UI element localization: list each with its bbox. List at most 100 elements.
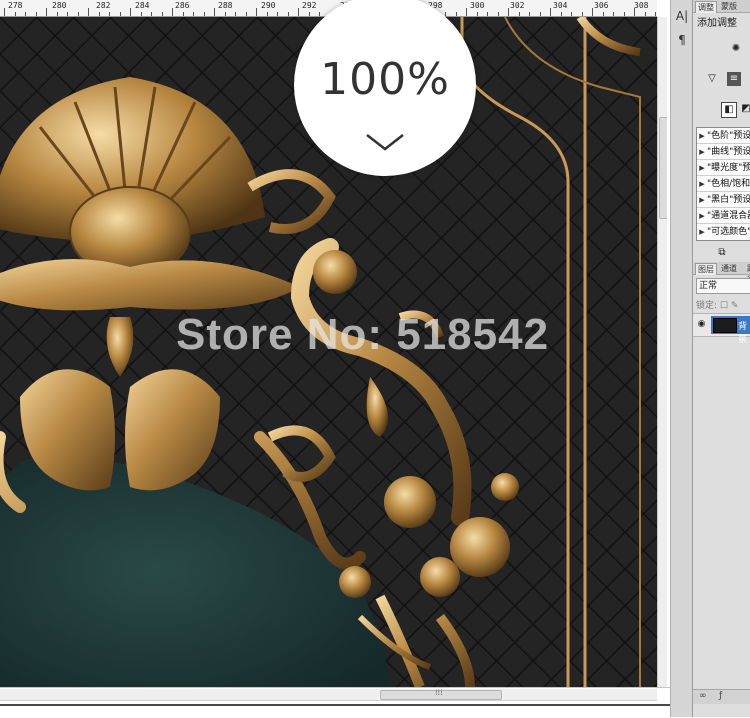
black-white-icon[interactable]: ◧ <box>721 102 737 118</box>
blend-mode-select[interactable]: 正常 <box>696 278 750 294</box>
ruler-tick <box>88 8 89 16</box>
return-to-list-icon[interactable]: ⧉ <box>715 246 729 260</box>
ruler-label: 308 <box>634 1 649 10</box>
ruler-tick <box>539 12 541 16</box>
ruler-tick <box>560 12 562 16</box>
lock-brush-icon[interactable]: ✎ <box>731 301 739 311</box>
paragraph-icon[interactable]: ¶ <box>674 32 690 48</box>
ruler-tick <box>466 8 467 16</box>
hue-saturation-icon[interactable]: ≡ <box>727 72 741 86</box>
layer-thumbnail <box>713 318 737 333</box>
ruler-tick <box>25 12 26 16</box>
preset-selective-color[interactable]: ▶"可选颜色"预设 <box>697 224 750 239</box>
preset-label: "色阶"预设 <box>707 131 750 141</box>
ruler-tick <box>256 8 257 16</box>
tab-adjustments[interactable]: 调整 <box>695 1 717 13</box>
vibrance-icon[interactable]: ▽ <box>705 72 719 86</box>
preset-channel-mixer[interactable]: ▶"通道混合器"预设 <box>697 208 750 224</box>
preset-label: "黑白"预设 <box>707 195 750 205</box>
ruler-tick <box>655 12 656 16</box>
ruler-tick <box>613 12 614 16</box>
brightness-icon[interactable]: ✺ <box>729 42 743 56</box>
ruler-tick <box>46 8 47 16</box>
ruler-tick <box>35 12 37 16</box>
layers-tabs: 图层 通道 路径 <box>693 262 750 284</box>
add-adjustment-title: 添加调整 <box>697 18 737 29</box>
ruler-tick <box>235 12 236 16</box>
lock-row: 锁定: ☐ ✎ <box>696 298 738 311</box>
ruler-tick <box>550 8 551 16</box>
ruler-tick <box>592 8 593 16</box>
horizontal-scrollbar[interactable]: ⁞⁞⁞ <box>0 688 657 701</box>
link-icon[interactable]: ∞ <box>699 691 707 701</box>
eye-icon[interactable]: ◉ <box>696 319 707 330</box>
ruler-tick <box>130 8 131 16</box>
ruler-label: 300 <box>470 1 485 10</box>
ruler-tick <box>308 12 310 16</box>
preset-label: "曝光度"预设 <box>707 163 750 173</box>
preset-label: "色相/饱和度"预设 <box>707 179 750 189</box>
character-icon[interactable]: A| <box>674 8 690 24</box>
divider <box>0 704 670 706</box>
ruler-label: 306 <box>594 1 609 10</box>
ruler-tick <box>508 8 509 16</box>
ruler-tick <box>529 12 530 16</box>
ruler-tick <box>266 12 268 16</box>
preset-label: "曲线"预设 <box>707 147 750 157</box>
ruler-label: 282 <box>96 1 111 10</box>
preset-label: "可选颜色"预设 <box>707 227 750 237</box>
ruler-tick <box>445 12 446 16</box>
ruler-tick <box>77 12 79 16</box>
adjustment-presets-list: ▶"色阶"预设 ▶"曲线"预设 ▶"曝光度"预设 ▶"色相/饱和度"预设 ▶"黑… <box>696 127 750 241</box>
ruler-tick <box>319 12 320 16</box>
zoom-badge: 100% <box>294 0 476 176</box>
status-bar: ⁞⁞⁞ <box>0 687 670 718</box>
ruler-tick <box>4 8 5 16</box>
ruler-tick <box>203 12 205 16</box>
preset-black-white[interactable]: ▶ "黑白"预设 <box>697 192 750 208</box>
ruler-tick <box>497 12 499 16</box>
ruler-tick <box>182 12 184 16</box>
ruler-tick <box>151 12 152 16</box>
tool-strip: A| ¶ <box>670 0 693 717</box>
layer-selected[interactable]: 背景 <box>711 316 750 345</box>
ruler-label: 288 <box>218 1 233 10</box>
preset-hue-saturation[interactable]: ▶"色相/饱和度"预设 <box>697 176 750 192</box>
lock-pixels-icon[interactable]: ☐ <box>720 301 728 311</box>
grip-icon: ⁞⁞⁞ <box>435 688 443 697</box>
tab-layers[interactable]: 图层 <box>695 263 717 275</box>
ruler-label: 280 <box>52 1 67 10</box>
layer-row[interactable]: ◉ 背景 <box>693 313 750 345</box>
chevron-down-icon <box>366 134 404 151</box>
tab-masks[interactable]: 蒙版 <box>719 1 739 12</box>
tab-channels[interactable]: 通道 <box>719 263 739 274</box>
ruler-label: 302 <box>510 1 525 10</box>
ruler-tick <box>67 12 68 16</box>
lock-label: 锁定: <box>696 301 718 311</box>
horizontal-scroll-thumb[interactable]: ⁞⁞⁞ <box>380 688 502 700</box>
fx-icon[interactable]: ƒ <box>719 691 722 701</box>
ruler-tick <box>634 8 635 16</box>
ruler-tick <box>214 8 215 16</box>
ruler-tick <box>193 12 194 16</box>
preset-exposure[interactable]: ▶"曝光度"预设 <box>697 160 750 176</box>
ruler-tick <box>581 12 583 16</box>
ruler-label: 284 <box>135 1 150 10</box>
ruler-tick <box>119 12 121 16</box>
preset-levels[interactable]: ▶ "色阶"预设 <box>697 128 750 144</box>
ruler-label: 304 <box>553 1 568 10</box>
ruler-tick <box>476 12 478 16</box>
ruler-tick <box>623 12 625 16</box>
preset-curves[interactable]: ▶ "曲线"预设 <box>697 144 750 160</box>
ruler-label: 286 <box>175 1 190 10</box>
ruler-tick <box>172 8 173 16</box>
ruler-tick <box>224 12 226 16</box>
vertical-scrollbar[interactable] <box>657 17 668 687</box>
ruler-tick <box>109 12 110 16</box>
gradient-map-icon[interactable]: ◩ <box>739 102 750 116</box>
ruler-label: 278 <box>8 1 23 10</box>
ruler-tick <box>140 12 142 16</box>
right-panels: 调整 蒙版 添加调整 ✺ ▽ ≡ ◧ ◩ ▶ "色阶"预设 ▶ "曲线"预设 ▶ "曝… <box>692 0 750 717</box>
ruler-tick <box>98 12 100 16</box>
layers-panel-footer: ∞ ƒ <box>693 689 750 704</box>
